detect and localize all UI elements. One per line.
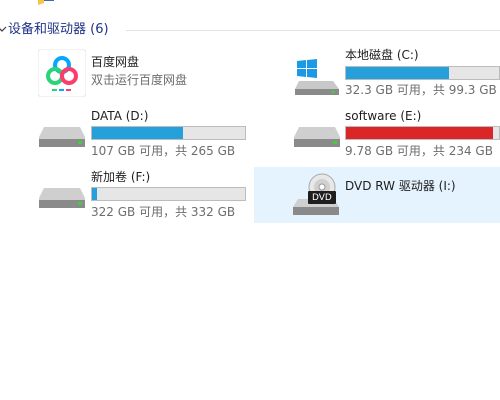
tile-drive-f[interactable]: 新加卷 (F:) 322 GB 可用，共 332 GB (36, 168, 246, 222)
drive-usage-bar (345, 66, 500, 80)
item-name: DATA (D:) (91, 109, 149, 123)
drive-usage-fill (346, 127, 493, 139)
drive-free-space: 322 GB 可用，共 332 GB (91, 205, 236, 219)
item-name: 本地磁盘 (C:) (345, 48, 419, 62)
group-header-devices-and-drives[interactable]: 设备和驱动器 (6) (0, 21, 500, 39)
drive-usage-fill (92, 127, 184, 139)
group-divider (126, 30, 500, 31)
hard-drive-icon (39, 188, 85, 208)
drive-free-space: 9.78 GB 可用，共 234 GB (345, 144, 493, 158)
hard-drive-icon (294, 127, 340, 147)
drive-usage-bar (91, 187, 246, 201)
item-description: 双击运行百度网盘 (91, 73, 188, 87)
drive-usage-bar (345, 126, 500, 140)
item-name: DVD RW 驱动器 (I:) (345, 179, 456, 193)
dvd-badge: DVD (312, 193, 332, 203)
drive-usage-bar (91, 126, 246, 140)
drive-free-space: 107 GB 可用，共 265 GB (91, 144, 236, 158)
baidu-netdisk-icon (38, 49, 86, 97)
item-name: 新加卷 (F:) (91, 170, 151, 184)
hard-drive-icon (39, 127, 85, 147)
drive-free-space: 32.3 GB 可用，共 99.3 GB (345, 83, 497, 97)
windows-drive-icon (295, 59, 339, 95)
tile-drive-c[interactable]: 本地磁盘 (C:) 32.3 GB 可用，共 99.3 GB (290, 47, 500, 101)
group-title: 设备和驱动器 (6) (8, 22, 109, 37)
tile-dvd-drive[interactable]: DVD DVD RW 驱动器 (I:) (254, 167, 500, 223)
tile-baidu-netdisk[interactable]: 百度网盘 双击运行百度网盘 (36, 47, 246, 101)
tile-drive-d[interactable]: DATA (D:) 107 GB 可用，共 265 GB (36, 108, 246, 162)
tile-drive-e[interactable]: software (E:) 9.78 GB 可用，共 234 GB (290, 108, 500, 162)
folder-icon (38, 0, 54, 5)
drive-usage-fill (346, 67, 450, 79)
drive-usage-fill (92, 188, 97, 200)
item-name: software (E:) (345, 109, 422, 123)
item-name: 百度网盘 (91, 55, 140, 69)
chevron-down-icon (0, 26, 7, 32)
